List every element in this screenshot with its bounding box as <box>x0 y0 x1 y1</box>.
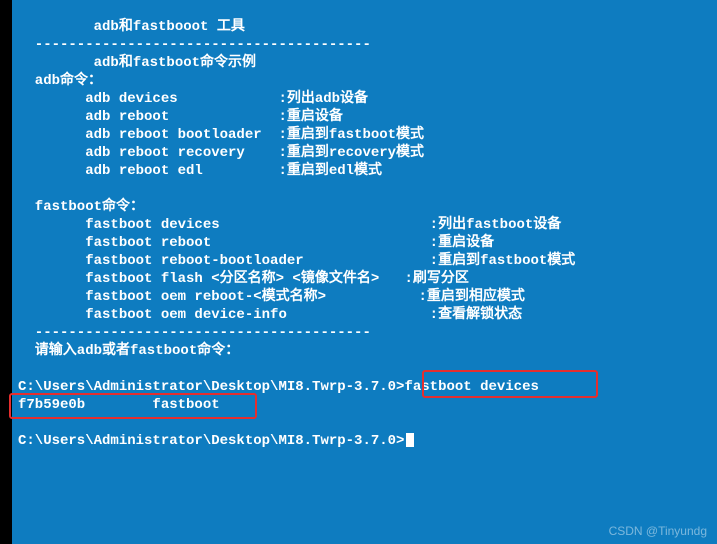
fastboot-cmd: fastboot devices :列出fastboot设备 <box>18 217 561 233</box>
adb-cmd: adb reboot :重启设备 <box>18 109 343 125</box>
cursor <box>406 433 414 447</box>
separator: ---------------------------------------- <box>18 37 371 53</box>
adb-cmd: adb reboot edl :重启到edl模式 <box>18 163 382 179</box>
fastboot-cmd: fastboot reboot-bootloader :重启到fastboot模… <box>18 253 575 269</box>
adb-section-title: adb命令： <box>18 73 102 89</box>
watermark: CSDN @Tinyundg <box>609 524 707 538</box>
separator: ---------------------------------------- <box>18 325 371 341</box>
command-output: f7b59e0b fastboot <box>18 397 220 413</box>
adb-cmd: adb reboot bootloader :重启到fastboot模式 <box>18 127 424 143</box>
command-prompt[interactable]: C:\Users\Administrator\Desktop\MI8.Twrp-… <box>18 433 414 449</box>
window-left-border <box>0 0 12 544</box>
example-title: adb和fastboot命令示例 <box>18 55 256 71</box>
terminal-output: adb和fastbooot 工具 -----------------------… <box>0 0 717 450</box>
fastboot-cmd: fastboot oem reboot-<模式名称> :重启到相应模式 <box>18 289 525 305</box>
tool-title: adb和fastbooot 工具 <box>18 19 245 35</box>
adb-cmd: adb reboot recovery :重启到recovery模式 <box>18 145 424 161</box>
adb-cmd: adb devices :列出adb设备 <box>18 91 368 107</box>
fastboot-cmd: fastboot reboot :重启设备 <box>18 235 494 251</box>
prompt-message: 请输入adb或者fastboot命令： <box>18 343 239 359</box>
command-line[interactable]: C:\Users\Administrator\Desktop\MI8.Twrp-… <box>18 379 539 395</box>
fastboot-cmd: fastboot flash <分区名称> <镜像文件名> :刷写分区 <box>18 271 469 287</box>
fastboot-cmd: fastboot oem device-info :查看解锁状态 <box>18 307 522 323</box>
fastboot-section-title: fastboot命令： <box>18 199 144 215</box>
